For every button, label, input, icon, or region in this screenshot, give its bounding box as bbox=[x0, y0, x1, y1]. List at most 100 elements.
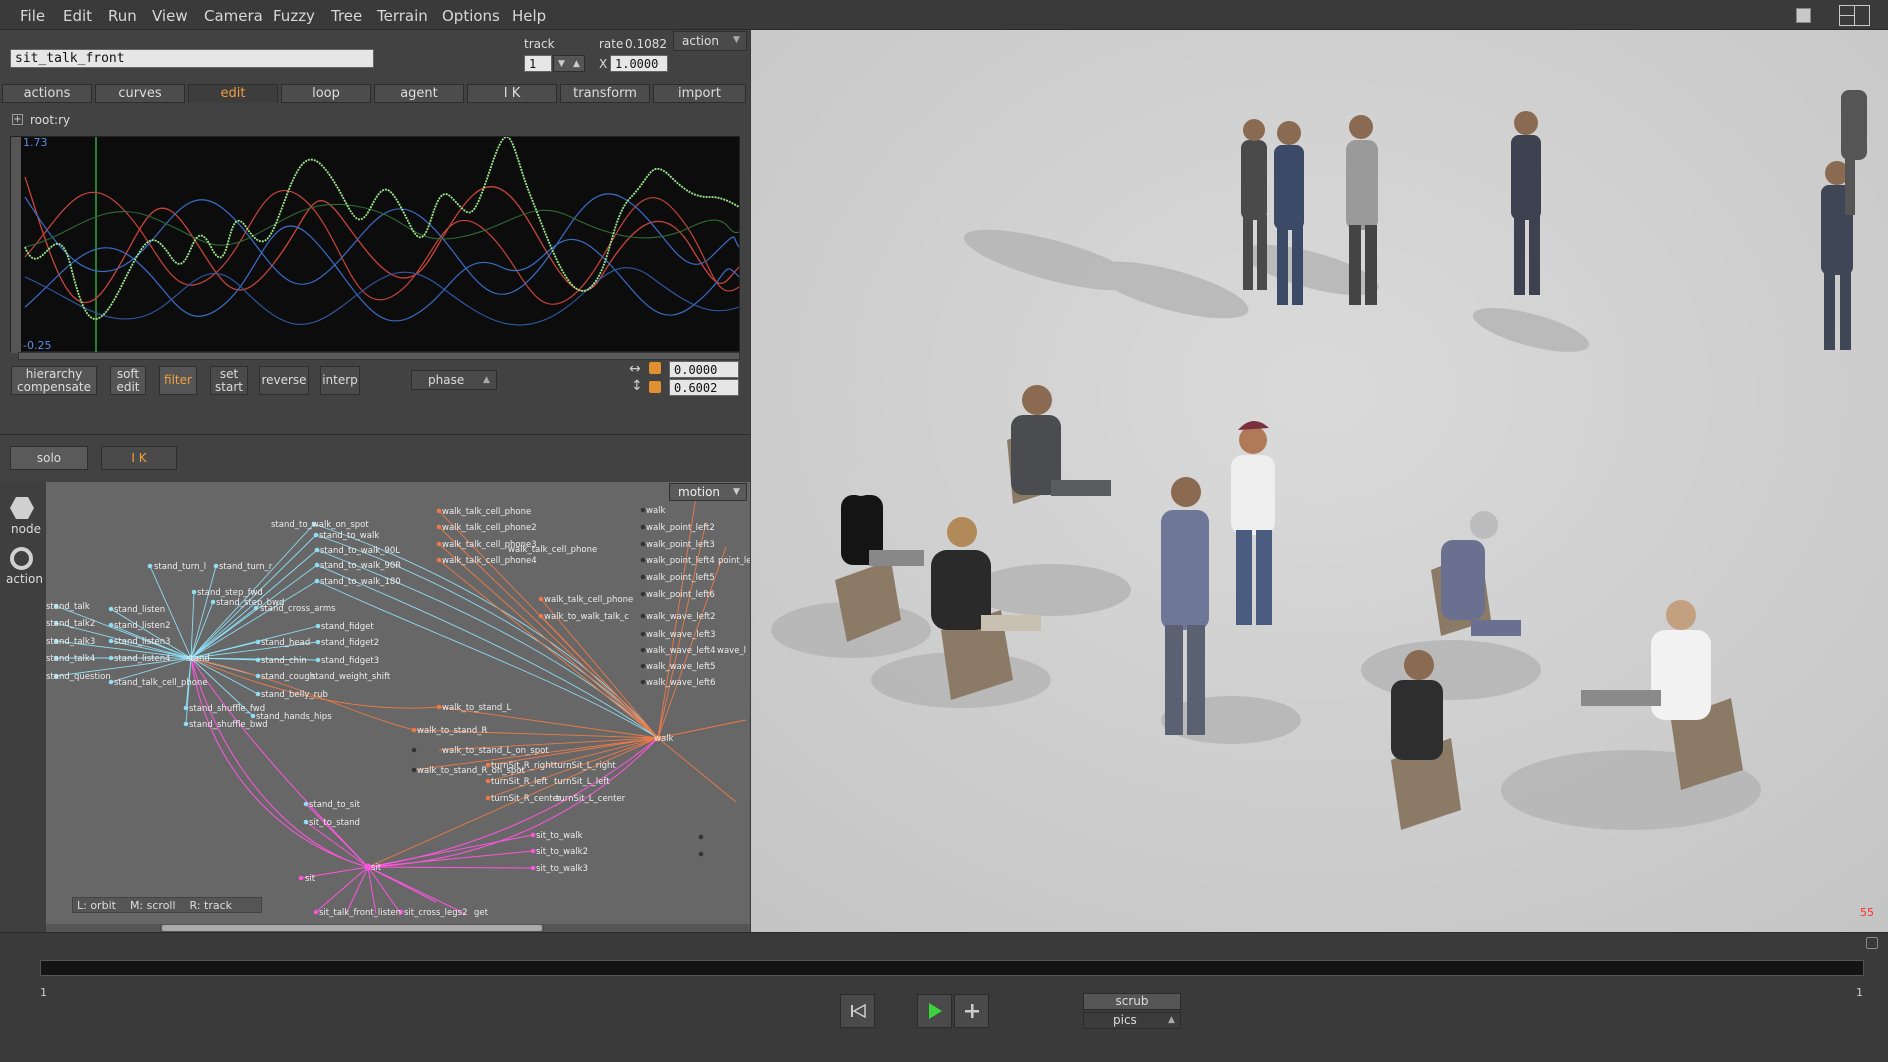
scrollbar-thumb[interactable] bbox=[162, 925, 542, 931]
node-label: sit_cross_legs2 bbox=[404, 908, 467, 918]
node-label: stand_talk bbox=[46, 602, 90, 612]
node-label: stand_hands_hips bbox=[256, 712, 332, 722]
track-field[interactable]: 1 bbox=[524, 55, 552, 72]
menu-run[interactable]: Run bbox=[108, 7, 137, 25]
curve-blue-1 bbox=[24, 225, 740, 322]
tab-ik[interactable]: I K bbox=[467, 84, 557, 103]
rate-x-label: X bbox=[599, 57, 608, 71]
tab-import[interactable]: import bbox=[653, 84, 746, 103]
node-label: turnSit_R_center bbox=[491, 794, 562, 804]
soft-edit-button[interactable]: soft edit bbox=[110, 366, 146, 395]
node-label: stand_head bbox=[261, 638, 310, 648]
node-label: walk bbox=[654, 734, 674, 744]
menu-fuzzy[interactable]: Fuzzy bbox=[273, 7, 315, 25]
node-label: stand_cough bbox=[261, 672, 315, 682]
tab-agent[interactable]: agent bbox=[374, 84, 464, 103]
node-label: wave_l bbox=[717, 646, 746, 656]
phase-dropdown[interactable]: phase ▲ bbox=[411, 370, 497, 390]
curve-selected[interactable] bbox=[24, 137, 740, 320]
node-tool-label: node bbox=[11, 522, 41, 536]
solo-button[interactable]: solo bbox=[10, 446, 88, 470]
arrow-down-icon[interactable]: ▼ bbox=[558, 59, 565, 69]
node-label: stand_turn_l bbox=[154, 562, 206, 572]
node-label: stand_question bbox=[46, 672, 111, 682]
offset-v-field[interactable]: 0.6002 bbox=[669, 379, 739, 396]
play-button[interactable] bbox=[917, 994, 952, 1028]
action-dropdown[interactable]: action ▼ bbox=[673, 31, 747, 51]
motion-graph-canvas: stand stand_to_walk_on_spot stand_to_wal… bbox=[46, 496, 750, 918]
node-label: turnSit_L_center bbox=[556, 794, 626, 804]
menu-tree[interactable]: Tree bbox=[331, 7, 362, 25]
tab-curves[interactable]: curves bbox=[95, 84, 185, 103]
action-dropdown-label: action bbox=[682, 34, 719, 48]
scroll-hint: M: scroll bbox=[129, 898, 176, 912]
node-label: stand_fidget3 bbox=[321, 656, 379, 666]
node-label: stand_talk3 bbox=[46, 637, 95, 647]
node-label: walk_to_stand_L bbox=[442, 703, 511, 713]
lock-icon[interactable] bbox=[649, 362, 661, 374]
motion-name-field[interactable] bbox=[10, 49, 374, 68]
graph-hint-bar: L: orbit M: scroll R: track bbox=[72, 897, 262, 913]
curve-plot: 1.73 -0.25 bbox=[11, 137, 740, 353]
curve-editor[interactable]: 1.73 -0.25 bbox=[10, 136, 740, 353]
set-start-button[interactable]: set start bbox=[210, 366, 248, 395]
expand-icon[interactable]: + bbox=[12, 114, 23, 125]
tab-transform[interactable]: transform bbox=[560, 84, 650, 103]
3d-viewport[interactable]: 55 bbox=[751, 30, 1888, 932]
timeline-bar[interactable] bbox=[40, 960, 1864, 976]
tab-loop[interactable]: loop bbox=[281, 84, 371, 103]
menu-camera[interactable]: Camera bbox=[204, 7, 263, 25]
curve-horizontal-scrollbar[interactable] bbox=[18, 352, 740, 360]
scrub-button[interactable]: scrub bbox=[1083, 993, 1181, 1010]
single-view-icon[interactable] bbox=[1796, 8, 1811, 23]
node-label: walk_talk_cell_phone bbox=[442, 507, 531, 517]
rate-label: rate bbox=[599, 37, 624, 51]
motion-graph[interactable]: stand stand_to_walk_on_spot stand_to_wal… bbox=[46, 482, 750, 932]
menu-view[interactable]: View bbox=[152, 7, 188, 25]
menu-edit[interactable]: Edit bbox=[63, 7, 92, 25]
filter-button[interactable]: filter bbox=[159, 366, 197, 395]
hierarchy-compensate-button[interactable]: hierarchy compensate bbox=[11, 366, 97, 395]
menu-file[interactable]: File bbox=[20, 7, 45, 25]
offset-h-field[interactable]: 0.0000 bbox=[669, 361, 739, 378]
lock-icon[interactable] bbox=[649, 381, 661, 393]
node-label: stand_listen bbox=[114, 605, 165, 615]
split-view-icon[interactable] bbox=[1839, 5, 1870, 26]
node-label: sit_to_walk bbox=[536, 831, 583, 841]
node-label: stand_talk4 bbox=[46, 654, 95, 664]
node-label: walk_wave_left6 bbox=[646, 678, 716, 688]
curve-blue-3 bbox=[24, 267, 740, 326]
node-label: get bbox=[474, 908, 489, 918]
add-button[interactable] bbox=[954, 994, 989, 1028]
track-stepper[interactable]: ▼ ▲ bbox=[553, 55, 585, 72]
menu-options[interactable]: Options bbox=[442, 7, 500, 25]
node-label: walk_wave_left5 bbox=[646, 662, 716, 672]
tab-edit[interactable]: edit bbox=[188, 84, 278, 103]
graph-mode-dropdown[interactable]: motion ▼ bbox=[669, 483, 747, 501]
action-tool-icon[interactable] bbox=[10, 547, 33, 570]
node-label: sit_talk_front_listen bbox=[319, 908, 401, 918]
orbit-hint: L: orbit bbox=[77, 898, 116, 912]
curve-scrollbar[interactable] bbox=[11, 137, 21, 353]
node-label: walk_talk_cell_phone2 bbox=[442, 523, 537, 533]
rate-x-field[interactable]: 1.0000 bbox=[610, 55, 668, 72]
ik-button[interactable]: I K bbox=[101, 446, 177, 470]
pics-dropdown[interactable]: pics ▲ bbox=[1083, 1012, 1181, 1029]
rewind-button[interactable] bbox=[840, 994, 875, 1028]
action-tool-label: action bbox=[6, 572, 43, 586]
menu-terrain[interactable]: Terrain bbox=[377, 7, 428, 25]
node-label: stand_to_walk_90R bbox=[320, 561, 401, 571]
interp-button[interactable]: interp bbox=[320, 366, 360, 395]
reverse-button[interactable]: reverse bbox=[259, 366, 309, 395]
graph-horizontal-scrollbar[interactable] bbox=[46, 924, 750, 932]
node-label: stand_to_walk_on_spot bbox=[271, 520, 369, 530]
timeline-start: 1 bbox=[40, 986, 47, 999]
lock-icon[interactable] bbox=[1866, 937, 1878, 949]
tab-actions[interactable]: actions bbox=[2, 84, 92, 103]
chevron-up-icon: ▲ bbox=[483, 375, 490, 385]
node-label: sit_to_stand bbox=[309, 818, 360, 828]
menu-help[interactable]: Help bbox=[512, 7, 546, 25]
node-label: stand_to_walk_180 bbox=[320, 577, 401, 587]
node-label: turnSit_R_right bbox=[491, 761, 555, 771]
arrow-up-icon[interactable]: ▲ bbox=[573, 59, 580, 69]
